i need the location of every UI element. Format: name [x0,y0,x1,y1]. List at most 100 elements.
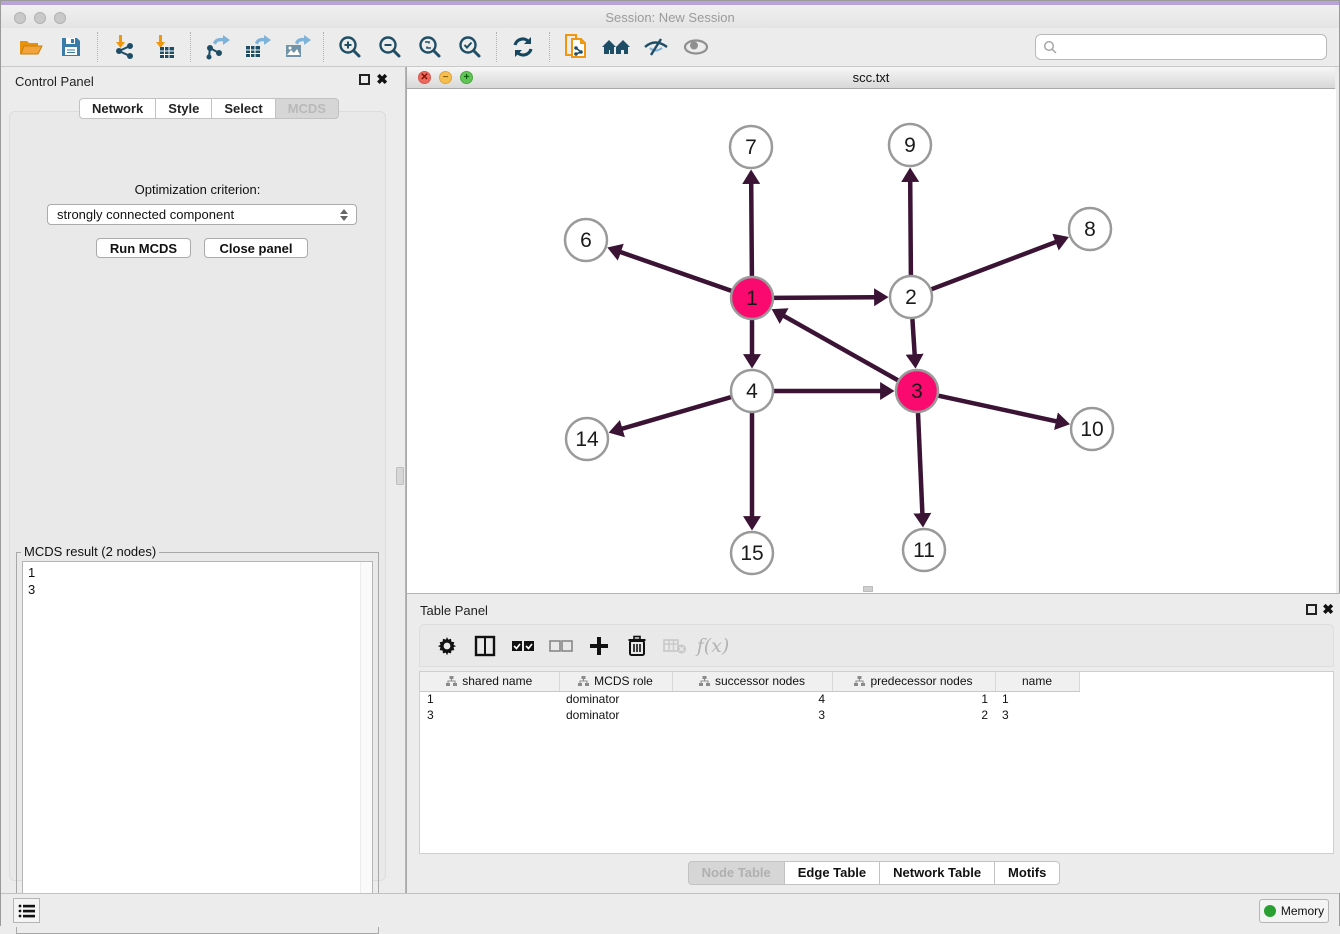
panel-splitter[interactable] [394,67,406,893]
table-cell[interactable]: 2 [832,707,995,723]
network-window-titlebar[interactable]: ✕ − + scc.txt [407,67,1335,89]
zoom-selected-icon[interactable] [450,31,490,63]
graph-node-8[interactable]: 8 [1069,208,1111,250]
show-columns-icon[interactable] [468,631,502,661]
deselect-all-rows-icon[interactable] [544,631,578,661]
svg-text:2: 2 [905,286,917,309]
show-panel-eye-icon[interactable] [676,31,716,63]
add-column-icon[interactable] [582,631,616,661]
graph-edge-2-8[interactable] [932,242,1057,289]
graph-node-7[interactable]: 7 [730,126,772,168]
criterion-value: strongly connected component [57,207,234,222]
node-table[interactable]: shared name MCDS role successor nodes pr… [420,672,1080,723]
table-cell[interactable]: 3 [672,707,832,723]
tab-style[interactable]: Style [155,98,211,119]
table-settings-gear-icon[interactable] [430,631,464,661]
table-row[interactable]: 1dominator411 [420,691,1079,707]
graph-node-14[interactable]: 14 [566,418,608,460]
graph-edge-1-6[interactable] [620,252,731,291]
network-canvas[interactable]: 7 9 6 8 1 2 4 3 14 10 15 11 [407,89,1336,593]
column-header-predecessor-nodes[interactable]: predecessor nodes [870,674,972,688]
table-cell[interactable]: 3 [420,707,559,723]
refresh-icon[interactable] [503,31,543,63]
tab-node-table[interactable]: Node Table [688,861,784,885]
graph-node-10[interactable]: 10 [1071,408,1113,450]
svg-text:14: 14 [575,428,599,451]
zoom-out-icon[interactable] [370,31,410,63]
column-header-successor-nodes[interactable]: successor nodes [715,674,805,688]
graph-edge-3-10[interactable] [939,396,1057,422]
task-history-button[interactable] [13,898,40,923]
table-cell[interactable]: dominator [559,707,672,723]
float-table-panel-icon[interactable] [1306,604,1317,615]
tab-network[interactable]: Network [79,98,155,119]
node-table-header[interactable]: shared name MCDS role successor nodes pr… [420,672,1079,691]
column-header-mcds-role[interactable]: MCDS role [594,674,653,688]
tab-motifs[interactable]: Motifs [994,861,1060,885]
float-panel-icon[interactable] [359,74,370,85]
graph-node-11[interactable]: 11 [903,529,945,571]
graph-edge-1-7[interactable] [751,183,752,276]
svg-text:10: 10 [1080,418,1103,441]
table-cell[interactable]: 1 [995,691,1079,707]
open-session-icon[interactable] [11,31,51,63]
graph-edge-3-11[interactable] [918,413,922,514]
graph-node-3[interactable]: 3 [896,370,938,412]
network-graph[interactable]: 7 9 6 8 1 2 4 3 14 10 15 11 [407,89,1336,593]
column-header-name[interactable]: name [1022,674,1052,688]
search-field[interactable] [1035,34,1327,60]
export-network-icon[interactable] [197,31,237,63]
result-scrollbar[interactable] [360,562,372,926]
graph-node-15[interactable]: 15 [731,532,773,574]
column-type-icon [699,676,710,686]
criterion-select[interactable]: strongly connected component [47,204,357,225]
column-type-icon [578,676,589,686]
column-header-shared-name[interactable]: shared name [462,674,532,688]
export-table-icon[interactable] [237,31,277,63]
svg-text:8: 8 [1084,218,1096,241]
mcds-result-list[interactable]: 13 [22,561,373,927]
home-icon[interactable] [596,31,636,63]
graph-node-2[interactable]: 2 [890,276,932,318]
export-image-icon[interactable] [277,31,317,63]
search-input[interactable] [1057,36,1326,58]
tab-network-table[interactable]: Network Table [879,861,994,885]
import-table-icon[interactable] [144,31,184,63]
zoom-in-icon[interactable] [330,31,370,63]
delete-column-trash-icon[interactable] [620,631,654,661]
close-panel-icon[interactable]: ✖ [376,72,388,86]
graph-edge-4-14[interactable] [622,397,731,429]
graph-edge-2-9[interactable] [910,181,911,275]
graph-node-4[interactable]: 4 [731,370,773,412]
memory-button[interactable]: Memory [1259,899,1329,923]
zoom-fit-icon[interactable] [410,31,450,63]
graph-node-1[interactable]: 1 [731,277,773,319]
hide-panel-eye-icon[interactable] [636,31,676,63]
save-session-icon[interactable] [51,31,91,63]
table-cell[interactable]: dominator [559,691,672,707]
table-cell[interactable]: 1 [832,691,995,707]
graph-edge-2-3[interactable] [912,319,914,355]
tab-mcds[interactable]: MCDS [275,98,339,119]
run-mcds-button[interactable]: Run MCDS [96,238,191,258]
canvas-scroll-thumb[interactable] [863,586,873,592]
column-type-icon [854,676,865,686]
select-all-rows-icon[interactable] [506,631,540,661]
graph-node-6[interactable]: 6 [565,219,607,261]
table-cell[interactable]: 4 [672,691,832,707]
toolbar-separator [190,32,191,62]
table-row[interactable]: 3dominator323 [420,707,1079,723]
graph-edge-1-2[interactable] [774,297,875,298]
table-cell[interactable]: 1 [420,691,559,707]
splitter-grip[interactable] [396,467,404,485]
import-network-icon[interactable] [104,31,144,63]
tab-select[interactable]: Select [211,98,274,119]
clone-network-icon[interactable] [556,31,596,63]
tab-edge-table[interactable]: Edge Table [784,861,879,885]
svg-text:3: 3 [911,380,923,403]
close-panel-button[interactable]: Close panel [204,238,308,258]
close-table-panel-icon[interactable]: ✖ [1322,602,1334,616]
table-cell[interactable]: 3 [995,707,1079,723]
graph-node-9[interactable]: 9 [889,124,931,166]
graph-edge-3-1[interactable] [783,316,897,381]
